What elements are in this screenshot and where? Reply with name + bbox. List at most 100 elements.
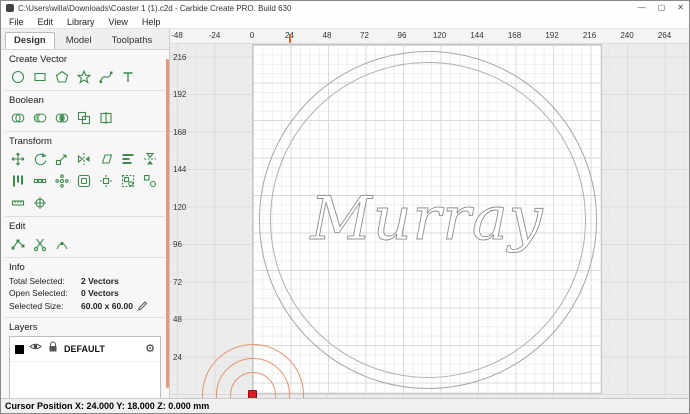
boolean-section: Boolean xyxy=(1,91,169,131)
cursor-position-tick xyxy=(289,34,291,43)
ruler-mark: 144 xyxy=(173,165,186,174)
boolean-union-icon[interactable] xyxy=(9,109,26,126)
curve-tool-icon[interactable] xyxy=(97,68,114,85)
sidebar-scrollbar[interactable] xyxy=(166,59,169,388)
ruler-mark: 240 xyxy=(620,31,633,40)
tab-toolpaths[interactable]: Toolpaths xyxy=(103,32,162,49)
ruler-mark: 72 xyxy=(173,278,182,287)
text-tool-icon[interactable] xyxy=(119,68,136,85)
menu-bar: File Edit Library View Help xyxy=(1,15,689,29)
create-vector-section: Create Vector xyxy=(1,50,169,90)
ruler-mark: 216 xyxy=(583,31,596,40)
mirror-tool-icon[interactable] xyxy=(75,150,92,167)
layers-section: Layers DEFAULT ⚙ xyxy=(1,318,169,398)
ruler-mark: 96 xyxy=(398,31,407,40)
maximize-button[interactable]: ▢ xyxy=(658,1,666,15)
node-edit-tool-icon[interactable] xyxy=(9,235,26,252)
trim-vectors-tool-icon[interactable] xyxy=(31,235,48,252)
nudge-tool-icon[interactable] xyxy=(97,172,114,189)
ruler-mark: 120 xyxy=(433,31,446,40)
layer-settings-gear-icon[interactable]: ⚙ xyxy=(145,344,155,355)
boolean-subtract-icon[interactable] xyxy=(31,109,48,126)
info-total-selected: Total Selected: 2 Vectors xyxy=(9,276,161,286)
mode-tabs: Design Model Toolpaths xyxy=(1,29,169,50)
info-open-selected: Open Selected: 0 Vectors xyxy=(9,288,161,298)
ruler-mark: 192 xyxy=(545,31,558,40)
ruler-mark: 168 xyxy=(508,31,521,40)
ruler-mark: 120 xyxy=(173,203,186,212)
cursor-position-readout: Cursor Position X: 24.000 Y: 18.000 Z: 0… xyxy=(5,401,209,411)
menu-edit[interactable]: Edit xyxy=(38,17,54,27)
edit-title: Edit xyxy=(9,221,161,232)
ruler-mark: 264 xyxy=(658,31,671,40)
app-window: C:\Users\willa\Downloads\Coaster 1 (1).c… xyxy=(0,0,690,414)
create-vector-title: Create Vector xyxy=(9,54,161,65)
tab-model[interactable]: Model xyxy=(57,32,101,49)
layer-row-default[interactable]: DEFAULT ⚙ xyxy=(10,337,160,362)
layer-visibility-eye-icon[interactable] xyxy=(29,340,42,358)
scale-tool-icon[interactable] xyxy=(53,150,70,167)
move-tool-icon[interactable] xyxy=(9,150,26,167)
edit-section: Edit xyxy=(1,217,169,257)
circular-array-tool-icon[interactable] xyxy=(53,172,70,189)
info-selected-size: Selected Size: 60.00 x 60.00 xyxy=(9,300,161,311)
ungroup-tool-icon[interactable] xyxy=(141,172,158,189)
layers-panel: DEFAULT ⚙ xyxy=(9,336,161,398)
shear-tool-icon[interactable] xyxy=(97,150,114,167)
selected-size-value: 60.00 x 60.00 xyxy=(81,301,133,311)
menu-library[interactable]: Library xyxy=(67,17,95,27)
align-horizontal-tool-icon[interactable] xyxy=(9,172,26,189)
rotate-tool-icon[interactable] xyxy=(31,150,48,167)
boolean-intersect-icon[interactable] xyxy=(53,109,70,126)
selected-size-label: Selected Size: xyxy=(9,301,81,311)
layers-title: Layers xyxy=(9,322,161,333)
title-bar: C:\Users\willa\Downloads\Coaster 1 (1).c… xyxy=(1,1,689,15)
app-icon xyxy=(6,4,14,12)
info-section: Info Total Selected: 2 Vectors Open Sele… xyxy=(1,258,169,317)
offset-tool-icon[interactable] xyxy=(75,172,92,189)
origin-marker xyxy=(248,390,257,398)
menu-view[interactable]: View xyxy=(109,17,128,27)
set-origin-tool-icon[interactable] xyxy=(31,194,48,211)
circle-tool-icon[interactable] xyxy=(9,68,26,85)
transform-section: Transform xyxy=(1,132,169,216)
layer-color-swatch[interactable] xyxy=(15,345,24,354)
ruler-horizontal: -48 -24 0 24 48 72 96 120 144 168 192 21… xyxy=(170,29,689,44)
ruler-mark: 192 xyxy=(173,90,186,99)
layer-name: DEFAULT xyxy=(64,344,140,354)
open-selected-label: Open Selected: xyxy=(9,288,81,298)
ruler-mark: 96 xyxy=(173,240,182,249)
group-tool-icon[interactable] xyxy=(119,172,136,189)
ruler-mark: 24 xyxy=(173,353,182,362)
boolean-xor-icon[interactable] xyxy=(75,109,92,126)
align-tool-icon[interactable] xyxy=(119,150,136,167)
menu-help[interactable]: Help xyxy=(142,17,161,27)
transform-title: Transform xyxy=(9,136,161,147)
polygon-tool-icon[interactable] xyxy=(53,68,70,85)
status-bar: Cursor Position X: 24.000 Y: 18.000 Z: 0… xyxy=(1,398,689,413)
layer-lock-icon[interactable] xyxy=(47,340,59,358)
close-button[interactable]: ✕ xyxy=(677,1,684,15)
boolean-divide-icon[interactable] xyxy=(97,109,114,126)
info-title: Info xyxy=(9,262,161,273)
canvas-area: -48 -24 0 24 48 72 96 120 144 168 192 21… xyxy=(170,29,689,398)
star-tool-icon[interactable] xyxy=(75,68,92,85)
ruler-mark: 0 xyxy=(250,31,254,40)
flip-vertical-tool-icon[interactable] xyxy=(141,150,158,167)
tab-design[interactable]: Design xyxy=(5,32,55,49)
measure-tool-icon[interactable] xyxy=(9,194,26,211)
sidebar: Design Model Toolpaths Create Vector xyxy=(1,29,170,398)
window-title: C:\Users\willa\Downloads\Coaster 1 (1).c… xyxy=(18,4,291,13)
rectangle-tool-icon[interactable] xyxy=(31,68,48,85)
total-selected-value: 2 Vectors xyxy=(81,276,119,286)
linear-array-tool-icon[interactable] xyxy=(31,172,48,189)
menu-file[interactable]: File xyxy=(9,17,24,27)
minimize-button[interactable]: — xyxy=(638,1,646,15)
join-vectors-tool-icon[interactable] xyxy=(53,235,70,252)
total-selected-label: Total Selected: xyxy=(9,276,81,286)
edit-size-icon[interactable] xyxy=(137,300,148,311)
engraving-text-vector[interactable]: Murray xyxy=(259,173,595,265)
design-canvas[interactable]: 216 192 168 144 120 96 72 48 24 Murray xyxy=(170,44,689,398)
boolean-title: Boolean xyxy=(9,95,161,106)
ruler-mark: -24 xyxy=(209,31,221,40)
